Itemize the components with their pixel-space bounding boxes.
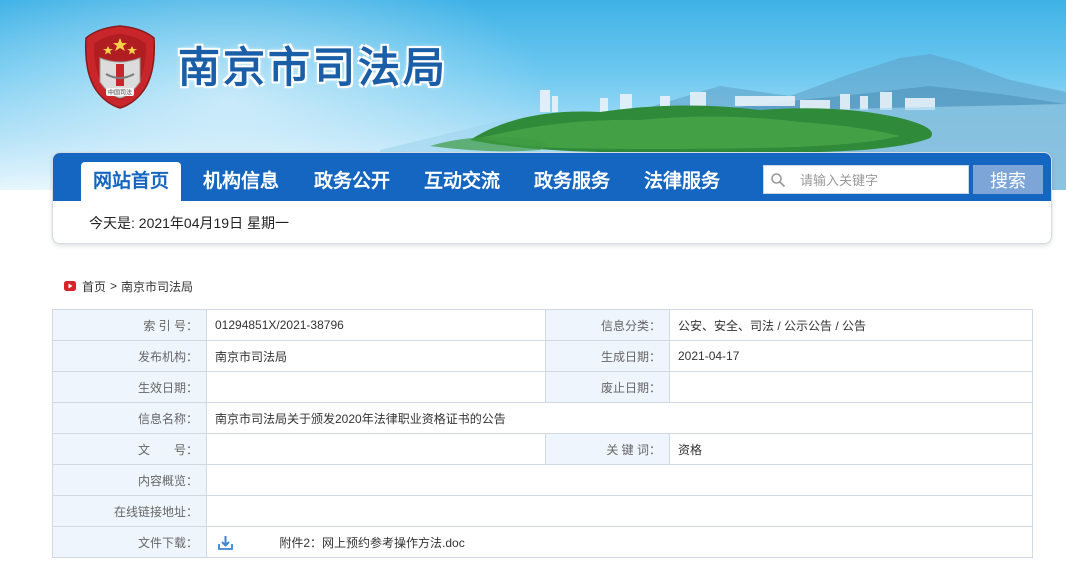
navigation-panel: 网站首页 机构信息 政务公开 互动交流 政务服务 法律服务 搜索 今天是: 20… bbox=[52, 152, 1052, 244]
effective-date-label: 生效日期： bbox=[52, 371, 207, 403]
effective-date-value bbox=[206, 371, 546, 403]
info-name-value: 南京市司法局关于颁发2020年法律职业资格证书的公告 bbox=[206, 402, 1033, 434]
attachment-download-link[interactable]: 附件2：网上预约参考操作方法.doc bbox=[279, 536, 464, 550]
publisher-label: 发布机构： bbox=[52, 340, 207, 372]
summary-label: 内容概览： bbox=[52, 464, 207, 496]
current-date: 今天是: 2021年04月19日 星期一 bbox=[89, 215, 289, 231]
court-emblem-logo: 中国司法 bbox=[84, 25, 156, 109]
table-row: 信息名称： 南京市司法局关于颁发2020年法律职业资格证书的公告 bbox=[52, 402, 1033, 434]
expiry-date-value bbox=[669, 371, 1033, 403]
document-info-table: 索 引 号： 01294851X/2021-38796 信息分类： 公安、安全、… bbox=[52, 309, 1033, 558]
online-link-label: 在线链接地址： bbox=[52, 495, 207, 527]
breadcrumb-home-link[interactable]: 首页 bbox=[82, 278, 106, 295]
generated-date-label: 生成日期： bbox=[545, 340, 670, 372]
category-label: 信息分类： bbox=[545, 309, 670, 341]
nav-item-government-services[interactable]: 政务服务 bbox=[534, 153, 610, 201]
info-name-label: 信息名称： bbox=[52, 402, 207, 434]
table-row: 索 引 号： 01294851X/2021-38796 信息分类： 公安、安全、… bbox=[52, 309, 1033, 341]
emblem-text: 中国司法 bbox=[108, 89, 132, 97]
nav-item-interaction[interactable]: 互动交流 bbox=[424, 153, 500, 201]
summary-value bbox=[206, 464, 1033, 496]
search-box bbox=[763, 165, 969, 194]
category-value: 公安、安全、司法 / 公示公告 / 公告 bbox=[669, 309, 1033, 341]
main-nav-bar: 网站首页 机构信息 政务公开 互动交流 政务服务 法律服务 搜索 bbox=[53, 153, 1051, 201]
index-number-label: 索 引 号： bbox=[52, 309, 207, 341]
generated-date-value: 2021-04-17 bbox=[669, 340, 1033, 372]
expiry-date-label: 废止日期： bbox=[545, 371, 670, 403]
keywords-label: 关 键 词： bbox=[545, 433, 670, 465]
search-icon bbox=[771, 173, 786, 188]
file-download-cell: 附件2：网上预约参考操作方法.doc bbox=[206, 526, 1033, 558]
search-input[interactable] bbox=[800, 169, 965, 191]
keywords-value: 资格 bbox=[669, 433, 1033, 465]
table-row: 在线链接地址： bbox=[52, 495, 1033, 527]
table-row: 发布机构： 南京市司法局 生成日期： 2021-04-17 bbox=[52, 340, 1033, 372]
nav-item-legal-services[interactable]: 法律服务 bbox=[644, 153, 720, 201]
table-row: 文 号： 关 键 词： 资格 bbox=[52, 433, 1033, 465]
document-number-label: 文 号： bbox=[52, 433, 207, 465]
index-number-value: 01294851X/2021-38796 bbox=[206, 309, 546, 341]
download-icon[interactable] bbox=[217, 534, 234, 551]
nav-item-home[interactable]: 网站首页 bbox=[81, 162, 181, 201]
play-icon bbox=[64, 281, 76, 291]
table-row: 文件下载： 附件2：网上预约参考操作方法.doc bbox=[52, 526, 1033, 558]
nav-item-government-affairs[interactable]: 政务公开 bbox=[314, 153, 390, 201]
search-button[interactable]: 搜索 bbox=[973, 165, 1043, 194]
breadcrumb-separator: > bbox=[110, 279, 118, 293]
breadcrumb: 首页 > 南京市司法局 bbox=[64, 278, 193, 294]
file-download-label: 文件下载： bbox=[52, 526, 207, 558]
site-title: 南京市司法局 bbox=[178, 43, 449, 92]
table-row: 生效日期： 废止日期： bbox=[52, 371, 1033, 403]
document-number-value bbox=[206, 433, 546, 465]
nav-item-institution-info[interactable]: 机构信息 bbox=[203, 153, 279, 201]
breadcrumb-current-link[interactable]: 南京市司法局 bbox=[121, 278, 193, 295]
online-link-value bbox=[206, 495, 1033, 527]
publisher-value: 南京市司法局 bbox=[206, 340, 546, 372]
table-row: 内容概览： bbox=[52, 464, 1033, 496]
